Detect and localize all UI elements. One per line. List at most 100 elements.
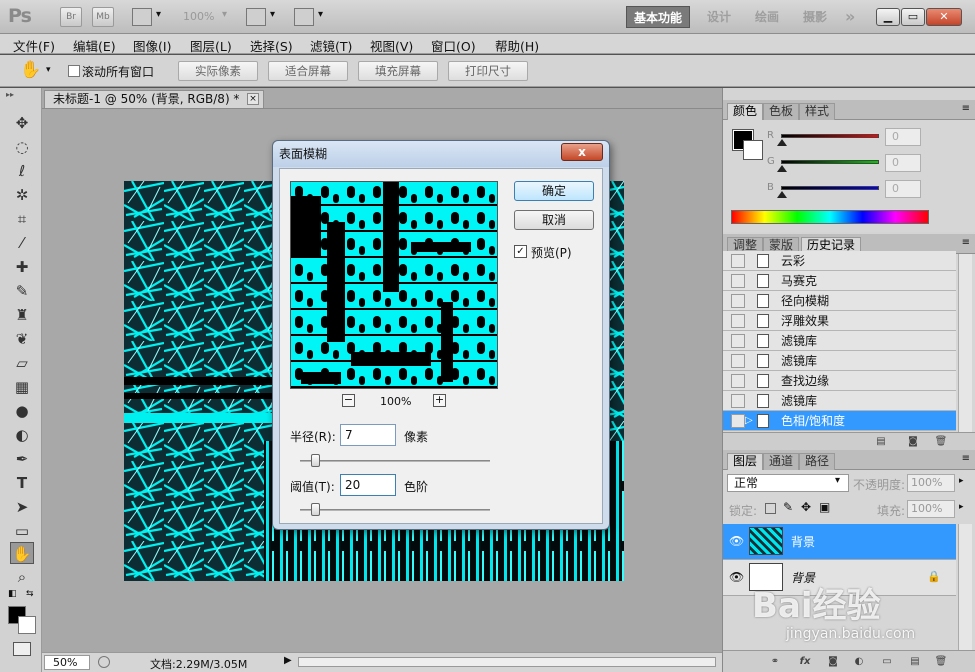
threshold-input[interactable]: 20 xyxy=(340,474,396,496)
history-item-selected[interactable]: ▷ 色相/饱和度 xyxy=(723,411,956,431)
filter-preview[interactable] xyxy=(290,181,498,389)
zoom-tool-icon[interactable]: ⌕ xyxy=(10,566,34,588)
menu-help[interactable]: 帮助(H) xyxy=(495,36,539,55)
restore-window-button[interactable]: ▭ xyxy=(901,8,925,26)
opacity-arrow-icon[interactable]: ▸ xyxy=(959,476,964,486)
status-preview-icon[interactable] xyxy=(98,656,110,668)
path-selection-tool-icon[interactable]: ➤ xyxy=(10,496,34,518)
status-menu-arrow-icon[interactable]: ▶ xyxy=(284,655,292,666)
close-window-button[interactable]: ✕ xyxy=(926,8,962,26)
quick-select-tool-icon[interactable]: ✲ xyxy=(10,184,34,206)
hand-tool-icon[interactable]: ✋ xyxy=(20,60,41,80)
tab-layers[interactable]: 图层 xyxy=(727,453,764,470)
history-snapshot-box[interactable] xyxy=(731,394,745,408)
history-item[interactable]: 径向模糊 xyxy=(723,291,956,311)
move-tool-icon[interactable]: ✥ xyxy=(10,112,34,134)
fill-arrow-icon[interactable]: ▸ xyxy=(959,502,964,512)
tab-paths[interactable]: 路径 xyxy=(799,453,836,470)
cancel-button[interactable]: 取消 xyxy=(514,210,594,230)
workspace-painting[interactable]: 绘画 xyxy=(748,6,786,28)
quick-mask-icon[interactable] xyxy=(13,642,31,656)
new-group-icon[interactable]: ▭ xyxy=(879,655,895,669)
fit-screen-button[interactable]: 适合屏幕 xyxy=(268,61,348,81)
blue-slider-thumb[interactable] xyxy=(777,191,787,198)
history-snapshot-box[interactable] xyxy=(731,354,745,368)
background-color-swatch[interactable] xyxy=(743,140,763,160)
chevron-down-icon[interactable]: ▾ xyxy=(318,9,323,20)
lasso-tool-icon[interactable]: ℓ xyxy=(10,160,34,182)
collapse-toolbox-icon[interactable]: ▸▸ xyxy=(6,90,14,99)
history-snapshot-box[interactable] xyxy=(731,334,745,348)
history-brush-tool-icon[interactable]: ❦ xyxy=(10,328,34,350)
history-item[interactable]: 滤镜库 xyxy=(723,351,956,371)
arrange-documents-icon[interactable] xyxy=(246,8,266,26)
marquee-tool-icon[interactable]: ◌ xyxy=(10,136,34,158)
history-scrollbar[interactable] xyxy=(958,254,972,434)
layer-row[interactable]: 👁 背景 🔒 xyxy=(723,560,956,596)
dialog-close-button[interactable]: x xyxy=(561,143,603,161)
healing-brush-tool-icon[interactable]: ✚ xyxy=(10,256,34,278)
layer-style-fx-icon[interactable]: fx xyxy=(797,655,813,669)
gradient-tool-icon[interactable]: ▦ xyxy=(10,376,34,398)
swap-colors-icon[interactable]: ⇆ xyxy=(26,589,34,599)
history-item[interactable]: 滤镜库 xyxy=(723,331,956,351)
document-tab[interactable]: 未标题-1 @ 50% (背景, RGB/8) * × xyxy=(44,90,264,108)
color-ramp[interactable] xyxy=(731,210,929,224)
menu-image[interactable]: 图像(I) xyxy=(133,36,171,55)
zoom-in-button[interactable]: + xyxy=(433,394,446,407)
workspace-essentials[interactable]: 基本功能 xyxy=(626,6,691,28)
workspace-photography[interactable]: 摄影 xyxy=(796,6,834,28)
blue-slider-track[interactable] xyxy=(781,186,879,190)
history-item[interactable]: 查找边缘 xyxy=(723,371,956,391)
history-snapshot-box[interactable] xyxy=(731,314,745,328)
default-colors-icon[interactable]: ◧ xyxy=(8,589,17,599)
type-tool-icon[interactable]: T xyxy=(10,472,34,494)
panel-menu-icon[interactable]: ≡ xyxy=(962,453,970,464)
lock-position-icon[interactable]: ✥ xyxy=(801,500,811,514)
radius-slider-track[interactable] xyxy=(300,460,490,462)
history-snapshot-box[interactable] xyxy=(731,274,745,288)
tab-color[interactable]: 颜色 xyxy=(727,103,764,120)
clone-stamp-tool-icon[interactable]: ♜ xyxy=(10,304,34,326)
blend-mode-select[interactable]: 正常 xyxy=(727,474,849,492)
zoom-out-button[interactable]: − xyxy=(342,394,355,407)
screen-mode-icon[interactable] xyxy=(294,8,314,26)
crop-tool-icon[interactable]: ⌗ xyxy=(10,208,34,230)
chevron-down-icon[interactable]: ▾ xyxy=(222,9,227,20)
ok-button[interactable]: 确定 xyxy=(514,181,594,201)
history-item[interactable]: 云彩 xyxy=(723,251,956,271)
workspace-design[interactable]: 设计 xyxy=(700,6,738,28)
chevron-down-icon[interactable]: ▾ xyxy=(835,475,840,486)
dialog-titlebar[interactable]: 表面模糊 x xyxy=(273,141,609,167)
add-mask-icon[interactable]: ◙ xyxy=(825,655,841,669)
layer-name[interactable]: 背景 xyxy=(791,533,815,550)
eye-icon[interactable]: 👁 xyxy=(729,534,745,548)
history-snapshot-box[interactable] xyxy=(731,254,745,268)
green-value-field[interactable]: 0 xyxy=(885,154,921,172)
menu-view[interactable]: 视图(V) xyxy=(370,36,413,55)
new-document-from-state-icon[interactable]: ▤ xyxy=(873,435,889,449)
new-layer-icon[interactable]: ▤ xyxy=(907,655,923,669)
menu-file[interactable]: 文件(F) xyxy=(13,36,55,55)
trash-icon[interactable]: 🗑 xyxy=(933,655,949,669)
lock-all-icon[interactable]: ▣ xyxy=(819,500,830,514)
horizontal-scrollbar[interactable] xyxy=(298,657,716,667)
opacity-field[interactable]: 100% xyxy=(907,474,955,492)
history-item[interactable]: 滤镜库 xyxy=(723,391,956,411)
radius-input[interactable]: 7 xyxy=(340,424,396,446)
status-zoom-field[interactable]: 50% xyxy=(44,655,90,670)
menu-filter[interactable]: 滤镜(T) xyxy=(310,36,352,55)
radius-slider-thumb[interactable] xyxy=(311,454,321,467)
rectangle-tool-icon[interactable]: ▭ xyxy=(10,520,34,542)
menu-window[interactable]: 窗口(O) xyxy=(431,36,476,55)
scroll-all-windows-checkbox[interactable] xyxy=(68,65,80,77)
lock-image-icon[interactable]: ✎ xyxy=(783,500,793,514)
menu-select[interactable]: 选择(S) xyxy=(250,36,293,55)
tab-swatches[interactable]: 色板 xyxy=(763,103,800,120)
history-snapshot-box[interactable] xyxy=(731,294,745,308)
history-snapshot-box[interactable] xyxy=(731,414,745,428)
blur-tool-icon[interactable]: ● xyxy=(10,400,34,422)
trash-icon[interactable]: 🗑 xyxy=(933,435,949,449)
brush-tool-icon[interactable]: ✎ xyxy=(10,280,34,302)
mini-bridge-button[interactable]: Mb xyxy=(92,7,114,27)
